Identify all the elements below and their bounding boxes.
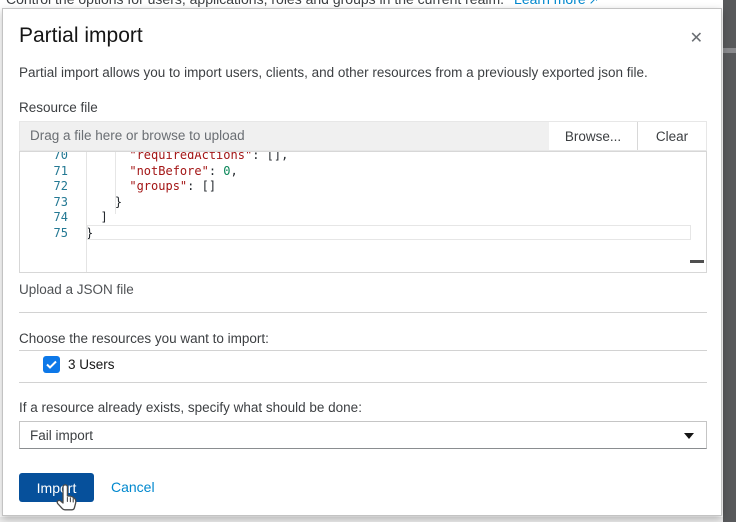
scrollbar-notch (723, 48, 736, 53)
screen: Control the options for users, applicati… (0, 0, 736, 522)
background-page-strip: Control the options for users, applicati… (0, 0, 723, 7)
modal-title: Partial import (19, 24, 143, 47)
cancel-link[interactable]: Cancel (111, 479, 155, 495)
resource-list-top-line (19, 350, 707, 351)
gutter-border (86, 152, 87, 272)
modal-description: Partial import allows you to import user… (19, 65, 648, 80)
current-line-highlight (87, 225, 691, 240)
clear-button[interactable]: Clear (637, 122, 706, 150)
json-editor[interactable]: 70 "requiredActions": [], 71 "notBefore":… (19, 151, 707, 273)
editor-cursor-marker (690, 260, 704, 263)
resources-label: Choose the resources you want to import: (19, 331, 269, 346)
dropdown-caret-icon (684, 433, 694, 439)
resource-list-bottom-line (19, 382, 707, 383)
code-line: 74 ] (53, 210, 108, 224)
page-background-bottom (0, 517, 723, 522)
users-checkbox[interactable] (43, 356, 60, 373)
resource-row: 3 Users (43, 356, 115, 373)
conflict-label: If a resource already exists, specify wh… (19, 400, 362, 415)
external-link-icon: ↗ (588, 0, 599, 7)
selected-option: Fail import (30, 427, 94, 443)
learn-more-link[interactable]: Learn more (514, 0, 586, 7)
resource-label: 3 Users (68, 357, 115, 372)
code-line: 71 "notBefore": 0, (53, 163, 238, 178)
file-upload-field: Drag a file here or browse to upload Bro… (19, 121, 707, 151)
partial-import-modal: Partial import ✕ Partial import allows y… (2, 8, 722, 516)
section-divider (19, 312, 707, 313)
browse-button[interactable]: Browse... (549, 122, 637, 150)
file-drop-input[interactable]: Drag a file here or browse to upload (20, 122, 549, 150)
resource-file-label: Resource file (19, 100, 98, 115)
check-icon (46, 360, 57, 369)
mouse-cursor-pointer (56, 484, 77, 511)
conflict-select[interactable]: Fail import (19, 421, 707, 449)
page-scrollbar[interactable] (723, 0, 736, 522)
close-icon[interactable]: ✕ (690, 31, 703, 47)
background-caption: Control the options for users, applicati… (6, 0, 504, 7)
code-line: 70 "requiredActions": [], (53, 151, 289, 162)
code-line: 73 } (53, 194, 123, 209)
upload-helper-text: Upload a JSON file (19, 282, 134, 297)
code-line: 72 "groups": [] (53, 179, 217, 193)
indent-guide (115, 152, 116, 214)
